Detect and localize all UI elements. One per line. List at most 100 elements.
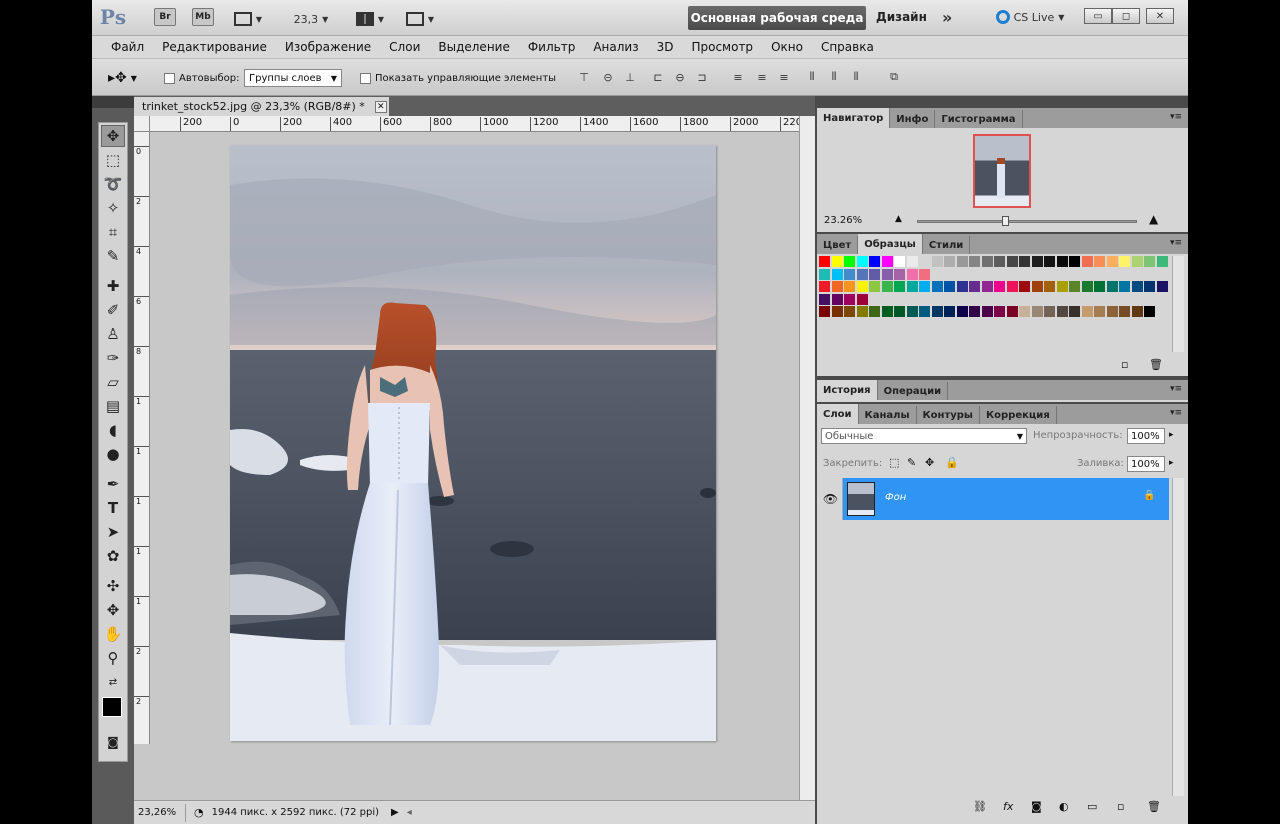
color-swatch[interactable]: [1081, 256, 1093, 267]
lock-transparent-icon[interactable]: ⬚: [889, 456, 899, 469]
color-swatch[interactable]: [894, 306, 905, 317]
color-swatch[interactable]: [1044, 256, 1055, 267]
swap-colors-icon[interactable]: ⇄: [101, 671, 125, 693]
color-swatch[interactable]: [956, 256, 968, 267]
shape-tool-icon[interactable]: ✿: [101, 545, 125, 567]
layers-scrollbar[interactable]: [1172, 478, 1184, 796]
tab-paths[interactable]: Контуры: [917, 406, 980, 424]
color-swatch[interactable]: [1031, 281, 1043, 292]
color-swatch[interactable]: [881, 256, 893, 267]
align-hcenter-icon[interactable]: ⊖: [672, 70, 688, 84]
new-group-icon[interactable]: ▭: [1087, 800, 1097, 813]
panel-menu-icon[interactable]: ▾≡: [1170, 238, 1182, 248]
tool-preset-picker[interactable]: ▸✥ ▼: [108, 69, 137, 87]
eye-icon[interactable]: 👁: [823, 492, 838, 506]
color-swatch[interactable]: [931, 306, 943, 317]
color-swatch[interactable]: [1094, 281, 1105, 292]
status-menu-arrow-icon[interactable]: ▶: [391, 807, 399, 818]
lasso-tool-icon[interactable]: ➰: [101, 173, 125, 195]
color-swatch[interactable]: [994, 281, 1005, 292]
screen-mode-button[interactable]: ▼: [402, 8, 438, 30]
minibridge-button[interactable]: Mb: [192, 8, 214, 26]
color-swatch[interactable]: [869, 306, 880, 317]
color-swatch[interactable]: [1056, 306, 1068, 317]
color-swatch[interactable]: [819, 256, 830, 267]
color-swatch[interactable]: [881, 268, 893, 280]
fill-arrow-icon[interactable]: ▸: [1169, 458, 1174, 468]
workspace-design-button[interactable]: Дизайн: [876, 6, 927, 28]
layer-mask-icon[interactable]: ◙: [1031, 800, 1042, 813]
status-preview-icon[interactable]: ◔: [194, 806, 204, 819]
brush-tool-icon[interactable]: ✐: [101, 299, 125, 321]
color-swatch[interactable]: [869, 256, 880, 267]
align-top-icon[interactable]: ⊤: [576, 70, 592, 84]
color-swatch[interactable]: [1006, 306, 1018, 317]
color-swatch[interactable]: [1056, 281, 1068, 292]
tab-styles[interactable]: Стили: [923, 236, 971, 254]
zoom-in-icon[interactable]: ▲: [1149, 212, 1158, 226]
color-swatch[interactable]: [1019, 256, 1030, 267]
new-swatch-icon[interactable]: ▫: [1121, 358, 1128, 371]
color-swatch[interactable]: [981, 306, 993, 317]
color-swatch[interactable]: [906, 281, 918, 292]
color-swatch[interactable]: [894, 256, 905, 267]
color-swatch[interactable]: [881, 306, 893, 317]
layer-style-icon[interactable]: fx: [1003, 800, 1013, 813]
color-swatch[interactable]: [856, 256, 868, 267]
color-swatch[interactable]: [906, 256, 918, 267]
color-swatch[interactable]: [994, 306, 1005, 317]
autoselect-target-select[interactable]: Группы слоев ▼: [244, 69, 342, 87]
minimize-button[interactable]: ▭: [1084, 8, 1112, 24]
align-left-icon[interactable]: ⊏: [650, 70, 666, 84]
color-swatch[interactable]: [919, 306, 930, 317]
menu-3d[interactable]: 3D: [648, 40, 683, 54]
distribute-vcenter-icon[interactable]: ≡: [754, 70, 770, 84]
color-swatch[interactable]: [1156, 256, 1168, 267]
horizontal-ruler[interactable]: 200 0 200 400 600 800 1000 1200 1400 160…: [150, 116, 799, 132]
bridge-button[interactable]: Br: [154, 8, 176, 26]
menu-help[interactable]: Справка: [812, 40, 883, 54]
color-swatch[interactable]: [1094, 256, 1105, 267]
color-swatch[interactable]: [1069, 256, 1080, 267]
menu-layer[interactable]: Слои: [380, 40, 429, 54]
magic-wand-tool-icon[interactable]: ✧: [101, 197, 125, 219]
close-button[interactable]: ✕: [1146, 8, 1174, 24]
distribute-bottom-icon[interactable]: ≡: [776, 70, 792, 84]
color-swatch[interactable]: [819, 293, 830, 305]
fill-field[interactable]: 100%: [1127, 456, 1165, 472]
menu-file[interactable]: Файл: [102, 40, 153, 54]
document-tab[interactable]: trinket_stock52.jpg @ 23,3% (RGB/8#) * ✕: [134, 97, 389, 116]
history-brush-tool-icon[interactable]: ✑: [101, 347, 125, 369]
color-swatch[interactable]: [919, 268, 930, 280]
menu-edit[interactable]: Редактирование: [153, 40, 276, 54]
color-swatch[interactable]: [1069, 281, 1080, 292]
color-swatch[interactable]: [831, 281, 843, 292]
color-swatch[interactable]: [1144, 306, 1155, 317]
tab-color[interactable]: Цвет: [817, 236, 859, 254]
status-zoom-field[interactable]: 23,26%: [134, 803, 186, 822]
crop-tool-icon[interactable]: ⌗: [101, 221, 125, 243]
color-swatch[interactable]: [1119, 306, 1130, 317]
color-swatch[interactable]: [1106, 306, 1118, 317]
color-swatch[interactable]: [1019, 306, 1030, 317]
color-swatch[interactable]: [906, 306, 918, 317]
move-tool-icon[interactable]: ✥: [101, 125, 125, 147]
distribute-top-icon[interactable]: ≡: [730, 70, 746, 84]
tab-actions[interactable]: Операции: [878, 382, 949, 400]
color-swatch[interactable]: [844, 306, 855, 317]
path-selection-tool-icon[interactable]: ➤: [101, 521, 125, 543]
gradient-tool-icon[interactable]: ▤: [101, 395, 125, 417]
3d-rotate-tool-icon[interactable]: ✣: [101, 575, 125, 597]
swatch-scrollbar[interactable]: [1172, 256, 1184, 352]
color-swatch[interactable]: [944, 306, 955, 317]
lock-all-icon[interactable]: 🔒: [945, 456, 959, 469]
color-swatch[interactable]: [981, 256, 993, 267]
color-swatch[interactable]: [1144, 281, 1155, 292]
arrange-documents-button[interactable]: ▼: [352, 8, 388, 30]
tab-layers[interactable]: Слои: [817, 404, 859, 424]
zoom-out-icon[interactable]: ▲: [895, 214, 902, 224]
color-swatch[interactable]: [831, 256, 843, 267]
align-right-icon[interactable]: ⊐: [694, 70, 710, 84]
color-swatch[interactable]: [994, 256, 1005, 267]
color-swatch[interactable]: [894, 268, 905, 280]
